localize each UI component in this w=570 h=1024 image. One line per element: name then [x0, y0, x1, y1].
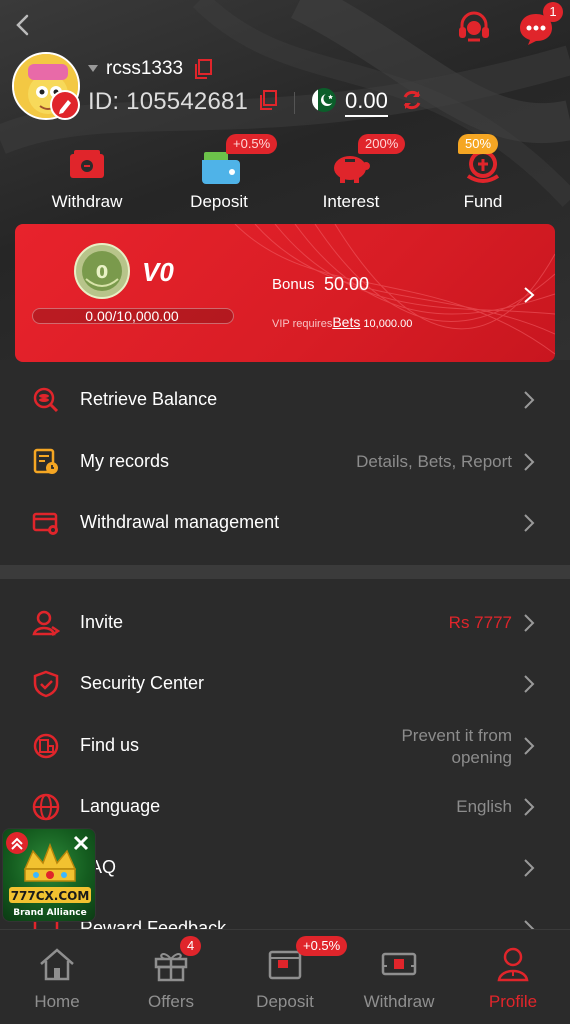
my-records-value: Details, Bets, Report: [356, 452, 512, 471]
chevron-right-icon[interactable]: [522, 286, 536, 304]
security-center-label: Security Center: [80, 673, 205, 693]
interest-badge: 200%: [358, 134, 406, 154]
id-label: ID:: [88, 88, 120, 115]
offers-count-badge: 4: [180, 936, 202, 956]
invite-icon: [32, 609, 61, 637]
back-button[interactable]: [10, 10, 34, 40]
home-icon: [37, 946, 77, 982]
chevron-right-icon: [523, 390, 535, 410]
tab-deposit-label: Deposit: [256, 992, 314, 1011]
quick-deposit-label: Deposit: [190, 192, 248, 211]
find-us-value-line1: Prevent it from: [401, 726, 512, 745]
quick-fund-button[interactable]: 50% Fund: [428, 134, 538, 212]
chevron-right-icon: [523, 513, 535, 533]
menu-item-my-records[interactable]: My records Details, Bets, Report: [0, 431, 570, 493]
vip-requirement: VIP requiresBets 10,000.00: [272, 314, 412, 330]
caret-down-icon: [88, 65, 98, 72]
vip-medal-number: 0: [96, 262, 109, 283]
withdraw-tab-icon: [379, 946, 419, 982]
chevron-right-icon: [523, 613, 535, 633]
retrieve-balance-icon: [32, 386, 60, 414]
tab-withdraw[interactable]: Withdraw: [342, 946, 456, 1012]
close-icon[interactable]: [70, 832, 92, 854]
refresh-icon[interactable]: [400, 88, 424, 112]
username: rcss1333: [106, 58, 184, 79]
tab-home-label: Home: [34, 992, 80, 1011]
chevron-right-icon: [523, 736, 535, 756]
quick-withdraw-label: Withdraw: [51, 192, 123, 211]
user-id: ID: 105542681: [88, 88, 248, 116]
bottom-tab-bar: Home 4 Offers +0.5% Deposit Withdraw Pro…: [0, 929, 570, 1024]
withdrawal-management-icon: [32, 509, 60, 537]
customer-service-icon[interactable]: [456, 10, 492, 44]
quick-interest-label: Interest: [322, 192, 380, 211]
message-count-badge: 1: [543, 2, 563, 22]
deposit-bonus-badge: +0.5%: [226, 134, 278, 154]
quick-deposit-button[interactable]: +0.5% Deposit: [164, 134, 278, 212]
chevron-right-icon: [523, 797, 535, 817]
tab-offers[interactable]: 4 Offers: [114, 936, 228, 1012]
fund-badge: 50%: [458, 134, 499, 154]
promo-brand: 777CX.COM: [11, 889, 90, 903]
quick-withdraw-button[interactable]: Withdraw: [32, 146, 142, 212]
find-us-value-line2: opening: [451, 748, 512, 767]
menu-item-find-us[interactable]: Find us Prevent it from opening: [0, 715, 570, 777]
edit-avatar-icon[interactable]: [50, 90, 80, 120]
language-value: English: [456, 797, 512, 816]
quick-interest-button[interactable]: 200% Interest: [296, 134, 406, 212]
tab-offers-label: Offers: [148, 992, 194, 1011]
tab-home[interactable]: Home: [0, 946, 114, 1012]
vip-progress-text: 0.00/10,000.00: [85, 308, 179, 324]
tab-profile[interactable]: Profile: [456, 946, 570, 1012]
tab-withdraw-label: Withdraw: [363, 992, 435, 1011]
invite-value: Rs 7777: [448, 613, 512, 632]
retrieve-balance-label: Retrieve Balance: [80, 389, 218, 409]
invite-label: Invite: [80, 612, 124, 632]
menu-item-retrieve-balance[interactable]: Retrieve Balance: [0, 369, 570, 431]
tab-profile-label: Profile: [488, 992, 538, 1011]
globe-icon: [32, 793, 60, 821]
menu-item-withdrawal-management[interactable]: Withdrawal management: [0, 492, 570, 554]
chevron-right-icon: [523, 858, 535, 878]
profile-icon: [493, 946, 533, 982]
balance-amount: 0.00: [345, 88, 388, 117]
promo-subtitle: Brand Alliance: [13, 908, 87, 918]
quick-fund-label: Fund: [463, 192, 503, 211]
withdrawal-management-label: Withdrawal management: [80, 512, 280, 532]
my-records-label: My records: [80, 451, 170, 471]
id-value: 105542681: [126, 88, 249, 115]
section-divider: [0, 565, 570, 579]
chevron-right-icon: [523, 452, 535, 472]
find-us-icon: [32, 732, 60, 760]
withdraw-icon: [64, 146, 110, 186]
tab-deposit[interactable]: +0.5% Deposit: [228, 936, 348, 1012]
bets-link[interactable]: Bets: [332, 314, 360, 330]
copy-id-icon[interactable]: [258, 89, 278, 111]
vip-medal-icon: 0: [74, 243, 130, 299]
copy-username-icon[interactable]: [193, 58, 213, 80]
language-label: Language: [80, 796, 161, 816]
bonus-value: 50.00: [324, 274, 370, 294]
divider: [294, 92, 295, 114]
find-us-label: Find us: [80, 735, 140, 755]
records-icon: [32, 448, 60, 476]
vip-requires-label: VIP requires: [272, 318, 333, 330]
chevron-right-icon: [523, 674, 535, 694]
deposit-bonus-tab-badge: +0.5%: [296, 936, 348, 956]
menu-item-security-center[interactable]: Security Center: [0, 653, 570, 715]
vip-level: V0: [142, 257, 174, 287]
vip-requires-amount: 10,000.00: [363, 318, 413, 330]
menu-item-invite[interactable]: Invite Rs 7777: [0, 592, 570, 654]
shield-icon: [32, 670, 60, 698]
pakistan-flag-icon: [312, 88, 336, 112]
find-us-value: Prevent it from opening: [401, 725, 512, 769]
expand-up-icon[interactable]: [6, 832, 28, 854]
bonus-label: Bonus: [272, 276, 315, 293]
